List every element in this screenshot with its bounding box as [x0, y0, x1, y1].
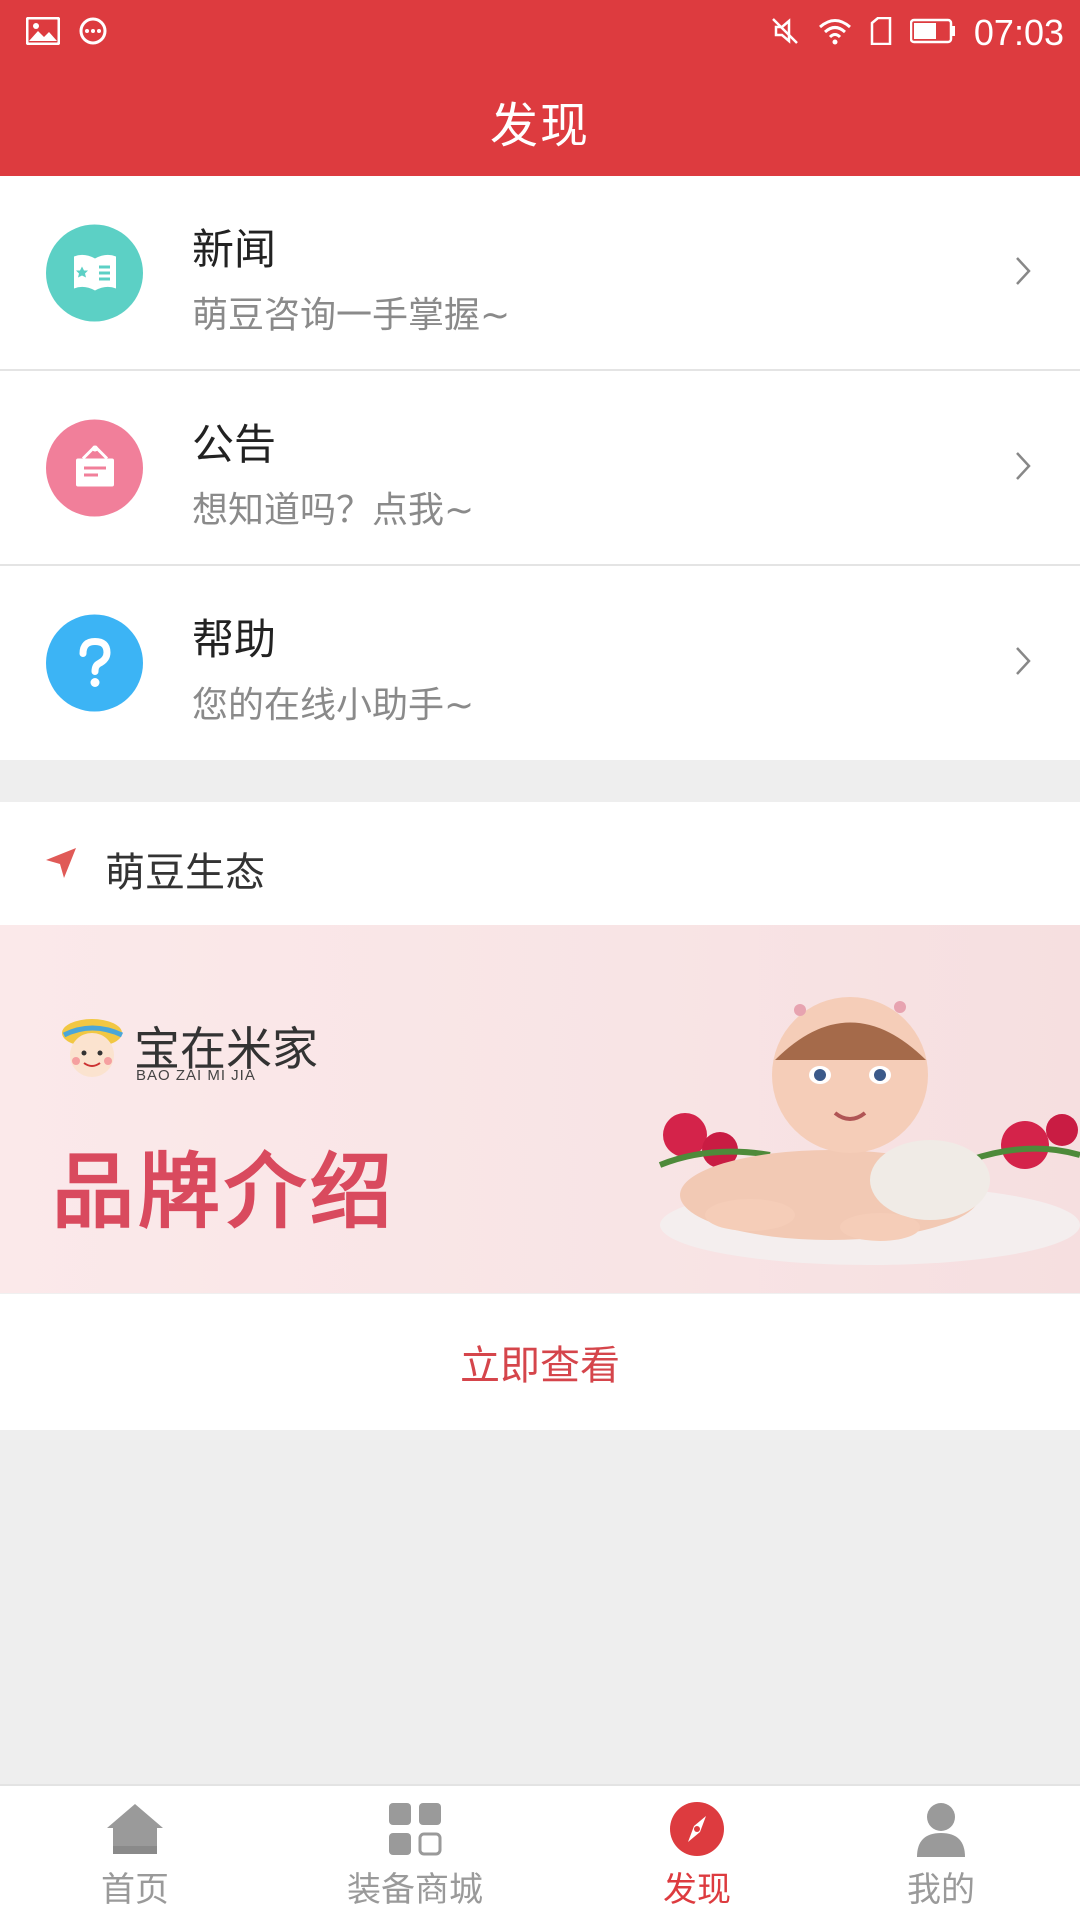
menu-item-title: 帮助	[192, 615, 277, 664]
bottom-tab-bar: 首页 装备商城 发现 我的	[0, 1784, 1080, 1920]
compass-icon	[666, 1800, 728, 1858]
tab-label: 装备商城	[347, 1870, 483, 1910]
menu-item-subtitle: 萌豆咨询一手掌握~	[192, 295, 511, 336]
navigation-arrow-icon	[44, 846, 78, 884]
menu-item-title: 公告	[192, 420, 277, 469]
news-icon	[46, 224, 143, 321]
notice-board-icon	[46, 419, 143, 516]
menu-item-subtitle: 您的在线小助手~	[192, 685, 475, 726]
chat-bubble-icon	[78, 16, 108, 50]
chevron-right-icon	[1014, 450, 1032, 486]
tab-label: 首页	[101, 1870, 169, 1910]
tab-shop[interactable]: 装备商城	[280, 1786, 550, 1920]
discover-menu-list: 新闻 萌豆咨询一手掌握~ 公告 想知道吗？点我~ 帮助 您的在线小助手~	[0, 176, 1080, 760]
menu-item-news[interactable]: 新闻 萌豆咨询一手掌握~	[0, 176, 1080, 371]
ecosystem-section: 萌豆生态 宝在米家 BAO ZAI MI JIA 品牌介绍 立即查看	[0, 802, 1080, 1430]
chevron-right-icon	[1014, 645, 1032, 681]
brand-banner[interactable]: 宝在米家 BAO ZAI MI JIA 品牌介绍	[0, 925, 1080, 1293]
tab-discover[interactable]: 发现	[562, 1786, 832, 1920]
section-header: 萌豆生态	[0, 802, 1080, 925]
status-time: 07:03	[973, 12, 1064, 53]
home-icon	[104, 1800, 166, 1858]
menu-item-help[interactable]: 帮助 您的在线小助手~	[0, 566, 1080, 760]
brand-logo	[56, 1015, 146, 1081]
tab-mine[interactable]: 我的	[806, 1786, 1076, 1920]
app-header: 发现	[0, 66, 1080, 176]
chevron-right-icon	[1014, 255, 1032, 291]
page-title: 发现	[489, 98, 590, 154]
grid-icon	[384, 1800, 446, 1858]
baby-photo	[630, 965, 1080, 1265]
user-icon	[910, 1800, 972, 1858]
menu-item-subtitle: 想知道吗？点我~	[192, 490, 475, 531]
tab-home[interactable]: 首页	[0, 1786, 270, 1920]
image-icon	[25, 16, 61, 49]
battery-icon	[909, 18, 956, 48]
status-bar: 07:03	[0, 0, 1080, 66]
menu-item-title: 新闻	[192, 225, 277, 274]
mute-icon	[770, 15, 800, 51]
wifi-icon	[818, 17, 852, 49]
section-title: 萌豆生态	[105, 850, 265, 896]
sim-icon	[870, 16, 892, 49]
brand-name-en: BAO ZAI MI JIA	[136, 1067, 256, 1084]
tab-label: 我的	[907, 1870, 975, 1910]
question-icon	[46, 614, 143, 712]
tab-label: 发现	[663, 1870, 731, 1910]
view-now-button[interactable]: 立即查看	[0, 1293, 1080, 1430]
banner-headline: 品牌介绍	[52, 1145, 397, 1240]
menu-item-notice[interactable]: 公告 想知道吗？点我~	[0, 371, 1080, 566]
